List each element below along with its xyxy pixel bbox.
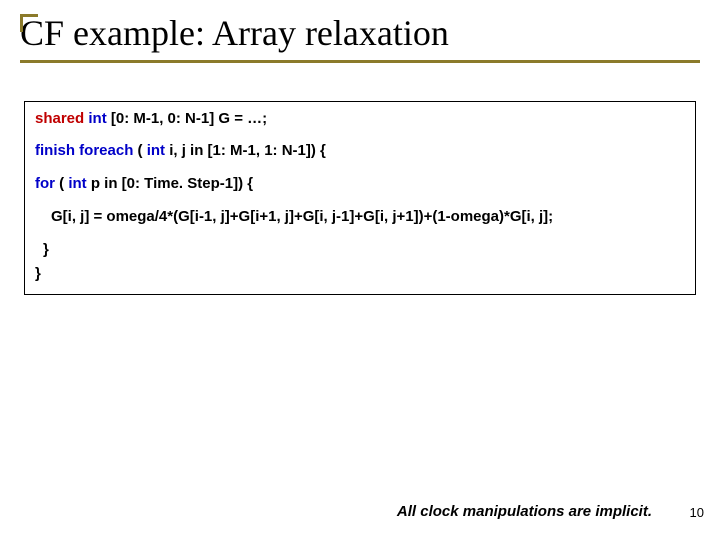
kw-int: int: [68, 175, 86, 192]
code-line-5: }: [35, 241, 685, 260]
kw-int: int: [88, 110, 106, 127]
code-line-3: for ( int p in [0: Time. Step-1]) {: [35, 175, 685, 194]
code-line-2: finish foreach ( int i, j in [1: M-1, 1:…: [35, 142, 685, 161]
kw-finish: finish: [35, 142, 75, 159]
code-text: p in [0: Time. Step-1]) {: [91, 175, 253, 192]
title-container: CF example: Array relaxation: [0, 0, 720, 71]
code-line-4: G[i, j] = omega/4*(G[i-1, j]+G[i+1, j]+G…: [35, 208, 685, 227]
code-block: shared int [0: M-1, 0: N-1] G = …; finis…: [24, 101, 696, 296]
kw-foreach: foreach: [79, 142, 133, 159]
code-text: [0: M-1, 0: N-1] G = …;: [111, 110, 267, 127]
title-corner-accent: [20, 14, 38, 32]
footer-note: All clock manipulations are implicit.: [397, 503, 652, 520]
page-number: 10: [690, 505, 704, 520]
code-text: G[i, j] = omega/4*(G[i-1, j]+G[i+1, j]+G…: [51, 208, 553, 225]
code-text: (: [59, 175, 64, 192]
code-text: }: [43, 241, 49, 258]
code-text: }: [35, 265, 41, 282]
kw-shared: shared: [35, 110, 84, 127]
code-line-1: shared int [0: M-1, 0: N-1] G = …;: [35, 110, 685, 129]
code-text: (: [138, 142, 143, 159]
kw-int: int: [147, 142, 165, 159]
code-text: i, j in [1: M-1, 1: N-1]) {: [169, 142, 326, 159]
kw-for: for: [35, 175, 55, 192]
slide-title: CF example: Array relaxation: [20, 14, 700, 63]
code-line-6: }: [35, 265, 685, 284]
